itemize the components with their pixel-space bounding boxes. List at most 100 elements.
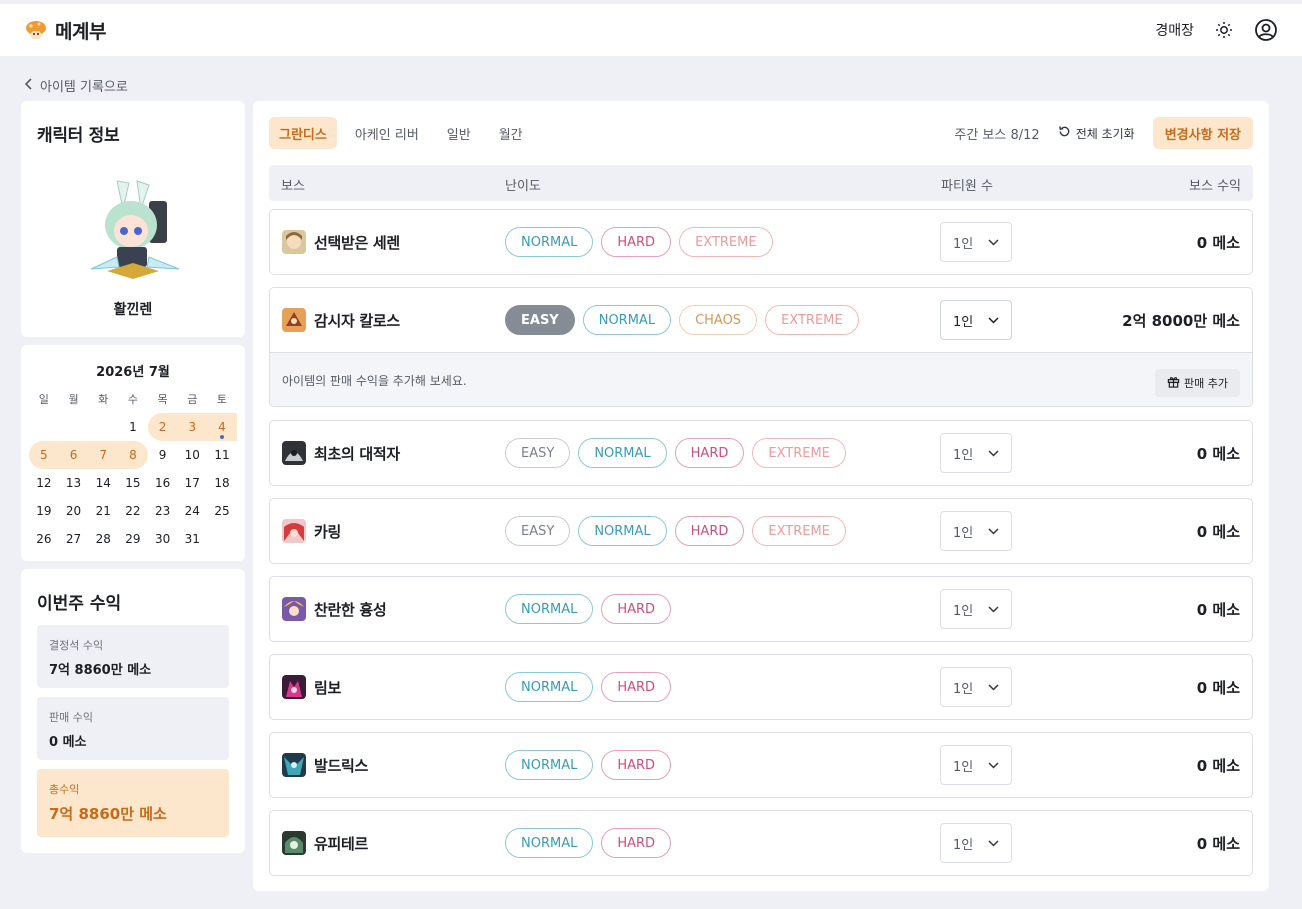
party-size-select[interactable]: 1인 [940,300,1012,340]
party-size-select[interactable]: 1인 [940,511,1012,551]
chevron-down-icon [988,602,999,617]
boss-income: 0 메소 [1196,835,1240,853]
difficulty-normal-button[interactable]: NORMAL [578,516,667,546]
seren-boss-icon [282,230,306,254]
difficulty-hard-button[interactable]: HARD [674,516,745,546]
party-size-value: 1인 [953,236,974,252]
difficulty-chaos-button[interactable]: CHAOS [679,305,758,335]
difficulty-easy-button-selected[interactable]: EASY [505,305,575,335]
difficulty-easy-button[interactable]: EASY [505,516,571,546]
party-size-select[interactable]: 1인 [940,745,1012,785]
kalos-boss-icon [282,308,306,332]
difficulty-normal-button[interactable]: NORMAL [505,227,594,257]
calendar-day[interactable]: 31 [177,525,207,553]
calendar-day[interactable]: 25 [207,497,237,525]
difficulty-normal-button[interactable]: NORMAL [505,828,594,858]
difficulty-hard-button[interactable]: HARD [601,594,672,624]
calendar-day[interactable]: 27 [59,525,89,553]
calendar-day[interactable]: 30 [148,525,178,553]
calendar-day-selected[interactable]: 2 [147,413,178,441]
calendar-day[interactable]: 12 [29,469,59,497]
calendar-day[interactable]: 28 [88,525,118,553]
add-sale-button[interactable]: 판매 추가 [1155,369,1240,397]
difficulty-extreme-button[interactable]: EXTREME [679,227,773,257]
party-size-select[interactable]: 1인 [940,823,1012,863]
calendar-day [59,413,89,441]
karing-boss-icon [282,519,306,543]
calendar-weekday: 수 [127,393,138,406]
calendar-day[interactable]: 29 [118,525,148,553]
difficulty-normal-button[interactable]: NORMAL [505,672,594,702]
difficulty-normal-button[interactable]: NORMAL [582,305,672,335]
difficulty-hard-button[interactable]: HARD [674,438,745,468]
calendar-weekday: 화 [98,393,109,406]
save-changes-button[interactable]: 변경사항 저장 [1152,117,1253,149]
calendar-day-selected[interactable]: 7 [88,441,119,469]
calendar-day[interactable]: 26 [29,525,59,553]
calendar-day-selected[interactable]: 3 [177,413,208,441]
boss-row-seren: 선택받은 세렌 NORMAL HARD EXTREME 1인 0 메소 [269,209,1253,275]
difficulty-normal-button[interactable]: NORMAL [505,750,594,780]
calendar-day-selected[interactable]: 8 [118,441,148,469]
tab-general[interactable]: 일반 [437,117,481,149]
party-size-value: 1인 [953,681,974,697]
difficulty-hard-button[interactable]: HARD [601,750,672,780]
calendar-weekday: 토 [216,393,228,406]
total-income-value: 7억 8860만 메소 [49,805,167,823]
calendar-day[interactable]: 16 [148,469,178,497]
calendar-day[interactable]: 14 [88,469,118,497]
chevron-down-icon [988,446,999,461]
today-dot [219,435,224,439]
back-to-items-link[interactable]: 아이템 기록으로 [24,76,128,95]
boss-row-karing: 카링 EASY NORMAL HARD EXTREME 1인 0 메소 [269,498,1253,564]
party-size-value: 1인 [953,525,974,541]
party-size-select[interactable]: 1인 [940,589,1012,629]
difficulty-extreme-button[interactable]: EXTREME [752,438,846,468]
boss-name: 발드릭스 [314,757,369,775]
party-size-select[interactable]: 1인 [940,433,1012,473]
boss-income: 0 메소 [1196,601,1240,619]
calendar-day-selected[interactable]: 6 [58,441,89,469]
difficulty-extreme-button[interactable]: EXTREME [752,516,846,546]
calendar-day[interactable]: 13 [59,469,89,497]
party-size-select[interactable]: 1인 [940,667,1012,707]
boss-name: 찬란한 흉성 [314,601,387,619]
tab-grandis[interactable]: 그란디스 [269,117,337,149]
calendar-day[interactable]: 23 [148,497,178,525]
tab-monthly[interactable]: 월간 [489,117,533,149]
calendar-weekday: 일 [38,393,49,406]
auction-link[interactable]: 경매장 [1155,20,1194,40]
calendar-day[interactable]: 1 [118,413,148,441]
calendar-day[interactable]: 19 [29,497,59,525]
calendar-day-selected[interactable]: 5 [29,441,59,469]
difficulty-hard-button[interactable]: HARD [601,227,672,257]
difficulty-hard-button[interactable]: HARD [601,828,672,858]
tab-arcane-river[interactable]: 아케인 리버 [345,117,429,149]
brand[interactable]: 메계부 [24,17,106,44]
user-profile-icon[interactable] [1254,18,1278,42]
difficulty-hard-button[interactable]: HARD [601,672,672,702]
difficulty-extreme-button[interactable]: EXTREME [765,305,859,335]
calendar-day [29,413,59,441]
calendar-day[interactable]: 11 [207,441,237,469]
calendar-day[interactable]: 10 [177,441,207,469]
reset-all-button[interactable]: 전체 초기화 [1058,125,1135,142]
calendar-day[interactable]: 21 [88,497,118,525]
calendar-day[interactable]: 9 [148,441,178,469]
calendar-day[interactable]: 15 [118,469,148,497]
calendar-day[interactable]: 22 [118,497,148,525]
difficulty-normal-button[interactable]: NORMAL [505,594,594,624]
calendar-day-today[interactable]: 4 [207,413,237,441]
calendar-day-today-label: 4 [218,420,226,434]
calendar-day[interactable]: 17 [177,469,207,497]
difficulty-normal-button[interactable]: NORMAL [578,438,667,468]
boss-row-kalos: 감시자 칼로스 EASY NORMAL CHAOS EXTREME 1인 2억 … [269,287,1253,407]
calendar-day[interactable]: 24 [177,497,207,525]
party-size-select[interactable]: 1인 [940,222,1012,262]
chevron-down-icon [988,758,999,773]
theme-toggle-sun-icon[interactable] [1212,18,1236,42]
difficulty-easy-button[interactable]: EASY [505,438,571,468]
calendar-day[interactable]: 18 [207,469,237,497]
calendar-day[interactable]: 20 [59,497,89,525]
chevron-down-icon [988,680,999,695]
